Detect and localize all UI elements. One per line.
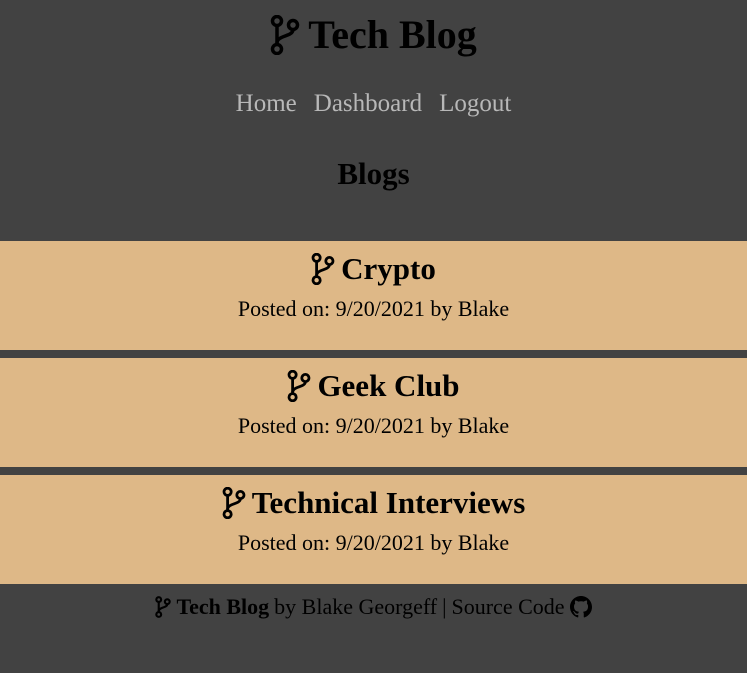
footer-brand: Tech Blog — [176, 594, 270, 619]
github-icon[interactable] — [569, 596, 592, 618]
post-title-text: Technical Interviews — [251, 485, 526, 520]
blog-post-card[interactable]: Crypto Posted on: 9/20/2021 by Blake — [0, 241, 747, 350]
nav-logout-link[interactable]: Logout — [439, 88, 511, 120]
code-branch-icon — [222, 487, 246, 519]
footer-author: by Blake Georgeff — [274, 594, 438, 619]
code-branch-icon — [287, 370, 311, 402]
main-nav: Home Dashboard Logout — [0, 88, 747, 120]
page-heading: Blogs — [337, 156, 410, 191]
post-meta: Posted on: 9/20/2021 by Blake — [237, 296, 510, 321]
site-header: Tech Blog Home Dashboard Logout Blogs — [0, 0, 747, 240]
footer-separator: | — [442, 594, 447, 619]
nav-dashboard-link[interactable]: Dashboard — [314, 88, 422, 120]
post-meta: Posted on: 9/20/2021 by Blake — [237, 413, 510, 438]
code-branch-icon — [270, 15, 300, 55]
code-branch-icon — [155, 596, 172, 618]
post-title[interactable]: Crypto — [0, 250, 747, 288]
nav-home-link[interactable]: Home — [236, 88, 297, 120]
site-title: Tech Blog — [0, 12, 747, 58]
post-title[interactable]: Geek Club — [0, 367, 747, 405]
blog-post-card[interactable]: Technical Interviews Posted on: 9/20/202… — [0, 475, 747, 584]
code-branch-icon — [311, 253, 335, 285]
post-title[interactable]: Technical Interviews — [0, 484, 747, 522]
site-title-text: Tech Blog — [308, 12, 477, 57]
site-footer: Tech Blog by Blake Georgeff | Source Cod… — [0, 592, 747, 622]
source-code-link[interactable]: Source Code — [452, 592, 565, 622]
blog-post-card[interactable]: Geek Club Posted on: 9/20/2021 by Blake — [0, 358, 747, 467]
post-title-text: Geek Club — [317, 368, 460, 403]
post-meta: Posted on: 9/20/2021 by Blake — [237, 530, 510, 555]
post-title-text: Crypto — [341, 251, 436, 286]
